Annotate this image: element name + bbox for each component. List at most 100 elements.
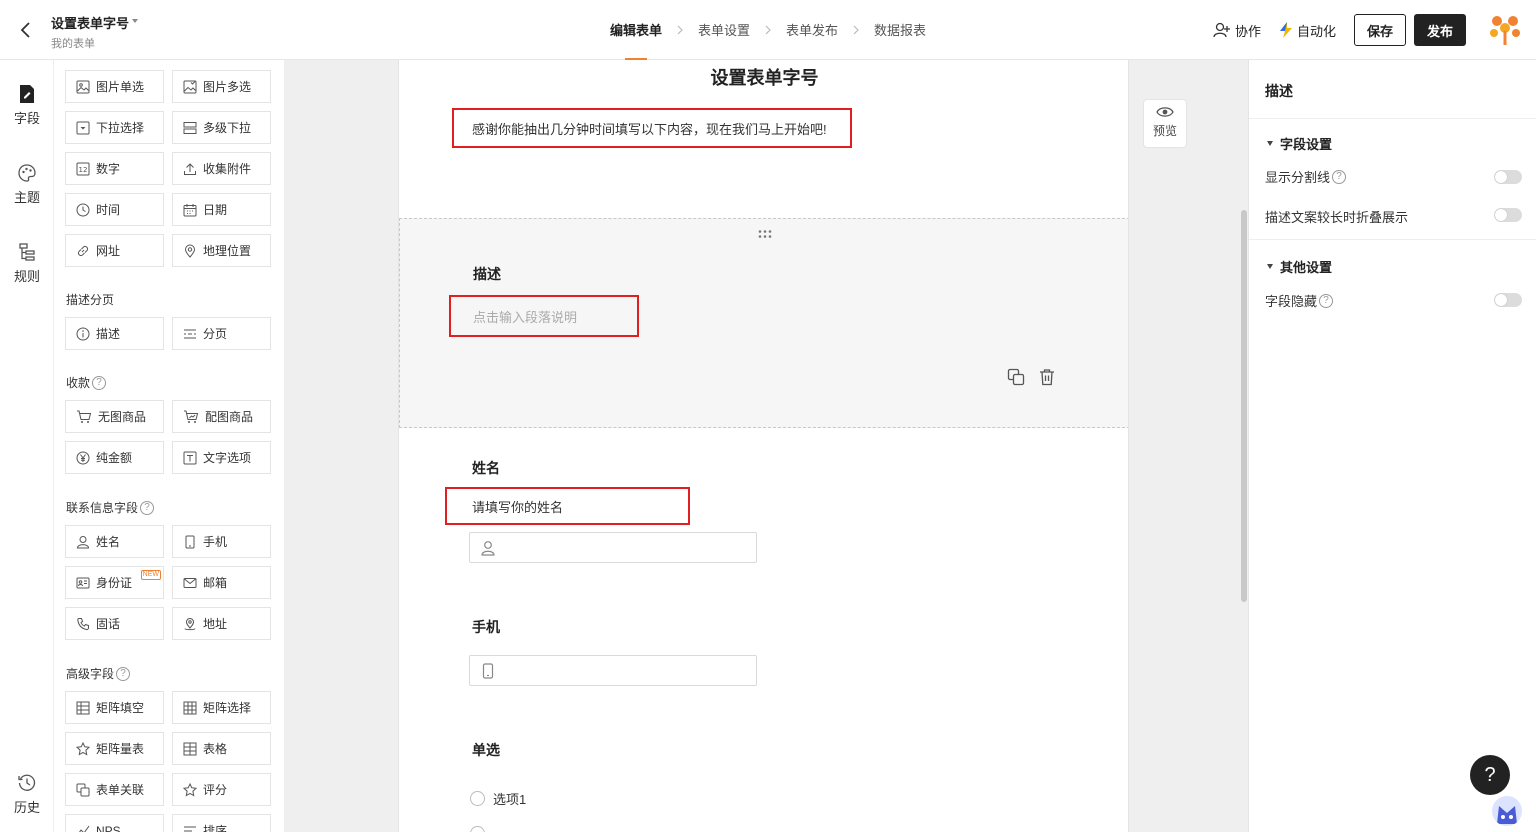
tab-form-settings[interactable]: 表单设置	[684, 0, 764, 60]
field-nps[interactable]: NPS	[65, 814, 164, 832]
collaborate-label: 协作	[1234, 23, 1261, 39]
help-icon[interactable]: ?	[116, 666, 131, 681]
field-cascade-dropdown[interactable]: 多级下拉	[172, 111, 271, 144]
canvas-scrollbar[interactable]	[1241, 210, 1247, 602]
field-email[interactable]: 邮箱	[172, 566, 271, 599]
field-url[interactable]: 网址	[65, 234, 164, 267]
link-icon	[78, 245, 88, 256]
field-label: 地址	[203, 617, 228, 631]
rail-label-history: 历史	[13, 800, 40, 815]
selected-description-block[interactable]: 描述 点击输入段落说明	[399, 218, 1128, 428]
field-matrix-fill[interactable]: 矩阵填空	[65, 691, 164, 724]
field-palette: 图片单选 图片多选 下拉选择 多级下拉 12 数字 收集附件 时间 日期 网址 …	[54, 60, 284, 832]
drag-handle-icon[interactable]	[757, 229, 773, 239]
field-attachment[interactable]: 收集附件	[172, 152, 271, 185]
field-dropdown[interactable]: 下拉选择	[65, 111, 164, 144]
help-icon[interactable]: ?	[92, 375, 107, 390]
field-label: 姓名	[96, 535, 121, 549]
breadcrumb-my-forms[interactable]: 我的表单	[51, 35, 95, 51]
field-description[interactable]: 描述	[65, 317, 164, 350]
info-icon	[76, 327, 90, 340]
rail-item-fields[interactable]: 字段	[0, 84, 54, 127]
help-center-button[interactable]: ?	[1470, 755, 1510, 795]
tab-data-report[interactable]: 数据报表	[860, 0, 940, 60]
publish-button[interactable]: 发布	[1414, 14, 1466, 46]
setting-collapse-long: 描述文案较长时折叠展示	[1265, 207, 1408, 226]
preview-button[interactable]: 预览	[1143, 99, 1187, 148]
help-icon[interactable]: ?	[1319, 293, 1334, 308]
brand-logo-icon[interactable]	[1488, 13, 1522, 47]
rail-item-rules[interactable]: 规则	[0, 242, 54, 285]
canvas-form-title[interactable]: 设置表单字号	[399, 64, 1128, 90]
field-name[interactable]: 姓名	[65, 525, 164, 558]
field-time[interactable]: 时间	[65, 193, 164, 226]
mobile-input[interactable]	[469, 655, 757, 686]
top-header: 设置表单字号 我的表单 编辑表单 表单设置 表单发布 数据报表 协作 自动化 保…	[0, 0, 1536, 60]
back-arrow-icon[interactable]	[16, 20, 36, 40]
collaborate-button[interactable]: 协作	[1213, 21, 1261, 40]
field-matrix-select[interactable]: 矩阵选择	[172, 691, 271, 724]
tab-edit-form[interactable]: 编辑表单	[596, 0, 676, 60]
name-input[interactable]	[469, 532, 757, 563]
field-goods-with-image[interactable]: 配图商品	[172, 400, 271, 433]
field-label: 收集附件	[203, 162, 252, 176]
radio-circle[interactable]	[470, 826, 485, 832]
field-label: 时间	[96, 203, 121, 217]
dropdown-icon	[76, 121, 90, 134]
field-goods-no-image[interactable]: 无图商品	[65, 400, 164, 433]
radio-option[interactable]	[470, 826, 493, 832]
field-date[interactable]: 日期	[172, 193, 271, 226]
user-icon	[76, 535, 90, 548]
star-icon	[183, 782, 197, 796]
field-label: 图片多选	[203, 80, 252, 94]
automation-label: 自动化	[1296, 23, 1336, 39]
field-mobile[interactable]: 手机	[172, 525, 271, 558]
copy-icon[interactable]	[1007, 368, 1025, 386]
field-location[interactable]: 地理位置	[172, 234, 271, 267]
help-icon[interactable]: ?	[1332, 169, 1347, 184]
field-rating[interactable]: 评分	[172, 773, 271, 806]
field-matrix-scale[interactable]: 矩阵量表	[65, 732, 164, 765]
field-table[interactable]: 表格	[172, 732, 271, 765]
field-sort[interactable]: 排序	[172, 814, 271, 832]
form-intro-text[interactable]: 感谢你能抽出几分钟时间填写以下内容，现在我们马上开始吧!	[452, 108, 852, 148]
field-amount[interactable]: 纯金额	[65, 441, 164, 474]
radio-circle[interactable]	[470, 791, 485, 806]
automation-button[interactable]: 自动化	[1279, 21, 1336, 40]
field-form-link[interactable]: 表单关联	[65, 773, 164, 806]
field-label: 排序	[203, 824, 228, 832]
assistant-bot-button[interactable]	[1492, 796, 1522, 826]
hide-field-toggle[interactable]	[1494, 293, 1522, 307]
rail-item-theme[interactable]: 主题	[0, 163, 54, 206]
field-label: 固话	[96, 617, 121, 631]
field-id-card[interactable]: 身份证 NEW	[65, 566, 164, 599]
field-address[interactable]: 地址	[172, 607, 271, 640]
rail-label-theme: 主题	[13, 190, 40, 205]
field-landline[interactable]: 固话	[65, 607, 164, 640]
field-pagination[interactable]: 分页	[172, 317, 271, 350]
name-field-hint[interactable]: 请填写你的姓名	[445, 487, 690, 525]
radio-option[interactable]: 选项1	[470, 789, 526, 808]
section-title-advanced: 高级字段 ?	[66, 665, 131, 682]
section-other-settings[interactable]: 其他设置	[1267, 257, 1332, 276]
field-image-single[interactable]: 图片单选	[65, 70, 164, 103]
field-number[interactable]: 12 数字	[65, 152, 164, 185]
rail-item-history[interactable]: 历史	[0, 773, 54, 816]
tab-form-publish[interactable]: 表单发布	[772, 0, 852, 60]
field-label: 矩阵填空	[96, 701, 145, 715]
save-button[interactable]: 保存	[1354, 14, 1406, 46]
collapse-long-toggle[interactable]	[1494, 208, 1522, 222]
text-box-icon	[183, 451, 197, 464]
field-label: 配图商品	[205, 410, 254, 424]
header-actions: 协作 自动化 保存 发布	[1213, 0, 1522, 60]
field-text-option[interactable]: 文字选项	[172, 441, 271, 474]
help-icon[interactable]: ?	[140, 500, 155, 515]
show-divider-toggle[interactable]	[1494, 170, 1522, 184]
description-input[interactable]: 点击输入段落说明	[449, 295, 639, 337]
delete-icon[interactable]	[1039, 368, 1055, 386]
section-field-settings[interactable]: 字段设置	[1267, 134, 1332, 153]
field-image-multi[interactable]: 图片多选	[172, 70, 271, 103]
section-label: 收款	[66, 376, 91, 390]
form-title[interactable]: 设置表单字号	[51, 13, 129, 32]
caret-down-icon[interactable]	[131, 17, 139, 25]
